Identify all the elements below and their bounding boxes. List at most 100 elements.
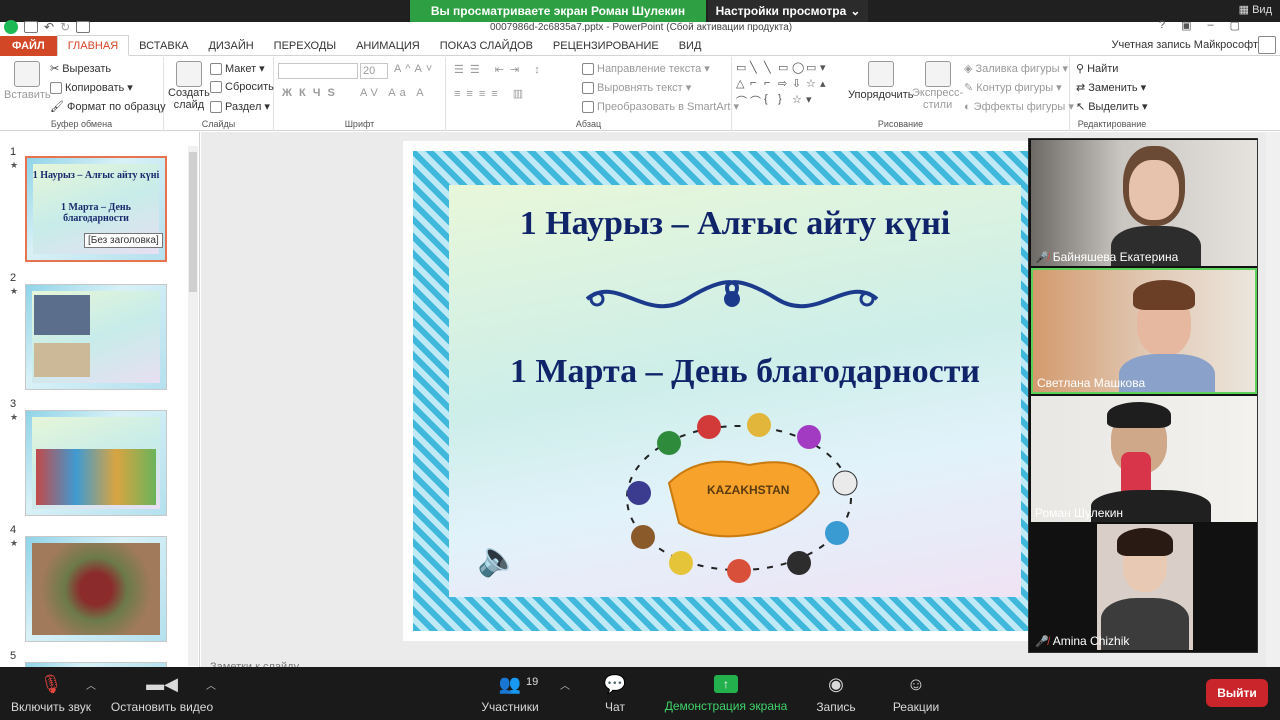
font-extra-icon[interactable]: AV Aa A: [360, 87, 428, 99]
slide-thumbnail-2[interactable]: [25, 284, 167, 390]
unmute-button[interactable]: 🎙 Включить звук: [6, 667, 96, 720]
slide-number: 2: [10, 272, 17, 284]
speaker-icon[interactable]: 🔈: [477, 539, 519, 579]
align-text-button[interactable]: Выровнять текст ▾: [582, 81, 691, 94]
maximize-icon[interactable]: ▢: [1230, 19, 1240, 32]
stop-video-button[interactable]: ▬◀ Остановить видео: [106, 667, 218, 720]
share-screen-button[interactable]: ↑ Демонстрация экрана: [660, 667, 792, 720]
tab-animations[interactable]: АНИМАЦИЯ: [346, 36, 430, 56]
cut-button[interactable]: ✂ Вырезать: [50, 62, 111, 76]
undo-icon[interactable]: ↶: [44, 20, 54, 34]
participant-tile[interactable]: 🎤̸ Байняшева Екатерина: [1031, 140, 1257, 266]
slideshow-icon[interactable]: [76, 21, 91, 33]
font-name-select[interactable]: [278, 63, 358, 79]
copy-button[interactable]: Копировать ▾: [50, 81, 133, 94]
participant-hair: [1133, 280, 1195, 310]
slides-group-label: Слайды: [201, 119, 236, 129]
shape-fill-button[interactable]: ◈ Заливка фигуры ▾: [964, 62, 1068, 76]
chat-button[interactable]: 💬 Чат: [590, 667, 640, 720]
tab-design[interactable]: ДИЗАЙН: [198, 36, 263, 56]
quick-styles-button[interactable]: Экспресс- стили: [912, 61, 963, 111]
thumbnail-photo: [34, 343, 90, 377]
align-text-label: Выровнять текст: [597, 81, 683, 94]
chevron-down-icon: ▾: [259, 63, 265, 75]
mic-muted-icon: 🎙: [39, 673, 63, 694]
minimize-icon[interactable]: –: [1207, 19, 1213, 32]
participant-tile-active-speaker[interactable]: Светлана Машкова: [1031, 268, 1257, 394]
binoculars-icon: ⚲: [1076, 63, 1085, 75]
slide-title-russian[interactable]: 1 Марта – День благодарности: [455, 353, 1035, 391]
tab-insert[interactable]: ВСТАВКА: [129, 36, 198, 56]
unmute-label: Включить звук: [10, 699, 92, 714]
redo-icon[interactable]: ↻: [60, 20, 70, 34]
animation-star-icon: ★: [10, 286, 19, 296]
slide-canvas[interactable]: 1 Наурыз – Алғыс айту күні 1 Марта – Ден…: [403, 141, 1043, 641]
slide-thumbnail-3[interactable]: [25, 410, 167, 516]
participant-tile[interactable]: 🎤̸ Amina Chizhik: [1031, 524, 1257, 650]
font-grow-shrink-icon[interactable]: A^A˅: [394, 63, 436, 75]
shapes-gallery[interactable]: ▭ ╲ ╲ ▭ ◯ ▭ ▾ △ ⌐ ⌐ ⇨ ⇩ ☆ ▴ ⌒ ⌒{} ☆ ▾: [736, 61, 836, 109]
chevron-up-icon[interactable]: ︿: [206, 677, 216, 692]
brush-icon: 🖌: [50, 101, 64, 113]
tab-review[interactable]: РЕЦЕНЗИРОВАНИЕ: [543, 36, 669, 56]
shape-effects-button[interactable]: ◐ Эффекты фигуры ▾: [964, 100, 1074, 114]
new-slide-button[interactable]: Создать слайд: [168, 61, 210, 111]
new-slide-icon: [175, 61, 202, 87]
smartart-icon: [582, 100, 594, 113]
meeting-toolbar: 🎙 Включить звук ︿ ▬◀ Остановить видео ︿ …: [0, 667, 1280, 720]
paste-button[interactable]: Вставить: [4, 61, 51, 101]
mic-muted-icon: 🎤̸: [1035, 251, 1049, 264]
shield-icon: [4, 20, 18, 34]
font-style-buttons[interactable]: Ж К Ч S: [282, 87, 337, 99]
shape-outline-button[interactable]: ✎ Контур фигуры ▾: [964, 81, 1062, 95]
list-icon[interactable]: ☰☰ ⇤⇥ ↕: [454, 63, 546, 76]
chevron-down-icon: ▾: [1056, 82, 1062, 94]
participant-face: [1129, 160, 1179, 220]
thumbnails-scroll-handle[interactable]: [189, 152, 197, 292]
reset-label: Сбросить: [225, 81, 274, 93]
smartart-button[interactable]: Преобразовать в SmartArt ▾: [582, 100, 739, 113]
editor-scrollbar[interactable]: [1266, 132, 1280, 667]
slide-title-kazakh[interactable]: 1 Наурыз – Алғыс айту күні: [449, 205, 1021, 243]
tab-transitions[interactable]: ПЕРЕХОДЫ: [264, 36, 346, 56]
window-controls: ? ▣ – ▢: [1159, 19, 1240, 32]
slide-number: 1: [10, 146, 17, 158]
ribbon-display-icon[interactable]: ▣: [1181, 19, 1191, 32]
section-button[interactable]: Раздел ▾: [210, 100, 270, 113]
record-icon: ◉: [828, 673, 844, 694]
chevron-down-icon: ▾: [685, 82, 692, 94]
replace-button[interactable]: ⇄ Заменить ▾: [1076, 81, 1146, 95]
leave-button[interactable]: Выйти: [1206, 679, 1268, 707]
view-options-button[interactable]: Настройки просмотра ⌄: [708, 0, 868, 22]
slide-thumbnail-4[interactable]: [25, 536, 167, 642]
layout-button[interactable]: Макет ▾: [210, 62, 265, 75]
record-button[interactable]: ◉ Запись: [808, 667, 864, 720]
text-direction-button[interactable]: Направление текста ▾: [582, 62, 710, 75]
account-link[interactable]: Учетная запись Майкрософт: [1112, 39, 1258, 51]
participant-tile[interactable]: Роман Шулекин: [1031, 396, 1257, 522]
view-button[interactable]: ▦ Вид: [1239, 3, 1272, 16]
chevron-up-icon[interactable]: ︿: [560, 677, 570, 692]
camera-icon: ▬◀: [146, 673, 178, 694]
tab-view[interactable]: ВИД: [669, 36, 712, 56]
select-button[interactable]: ↖ Выделить ▾: [1076, 100, 1148, 114]
reset-button[interactable]: Сбросить: [210, 81, 274, 93]
tab-file[interactable]: ФАЙЛ: [0, 35, 57, 56]
smartart-label: Преобразовать в SmartArt: [597, 100, 731, 113]
animation-star-icon: ★: [10, 160, 19, 170]
tab-home[interactable]: ГЛАВНАЯ: [56, 35, 130, 56]
participant-name-row: Роман Шулекин: [1035, 506, 1123, 520]
reactions-button[interactable]: ☺ Реакции: [886, 667, 946, 720]
chevron-up-icon[interactable]: ︿: [86, 677, 96, 692]
format-painter-button[interactable]: 🖌 Формат по образцу: [50, 100, 166, 114]
font-size-select[interactable]: 20: [360, 63, 388, 79]
participants-button[interactable]: 👥 Участники: [470, 667, 550, 720]
find-button[interactable]: ⚲ Найти: [1076, 62, 1118, 76]
section-icon: [210, 100, 222, 113]
avatar[interactable]: [1258, 36, 1276, 54]
tab-slideshow[interactable]: ПОКАЗ СЛАЙДОВ: [430, 36, 543, 56]
save-icon[interactable]: [24, 21, 38, 33]
align-icon[interactable]: ≡≡≡≡ ▥: [454, 87, 529, 100]
arrange-button[interactable]: Упорядочить: [848, 61, 913, 101]
help-icon[interactable]: ?: [1159, 19, 1165, 32]
